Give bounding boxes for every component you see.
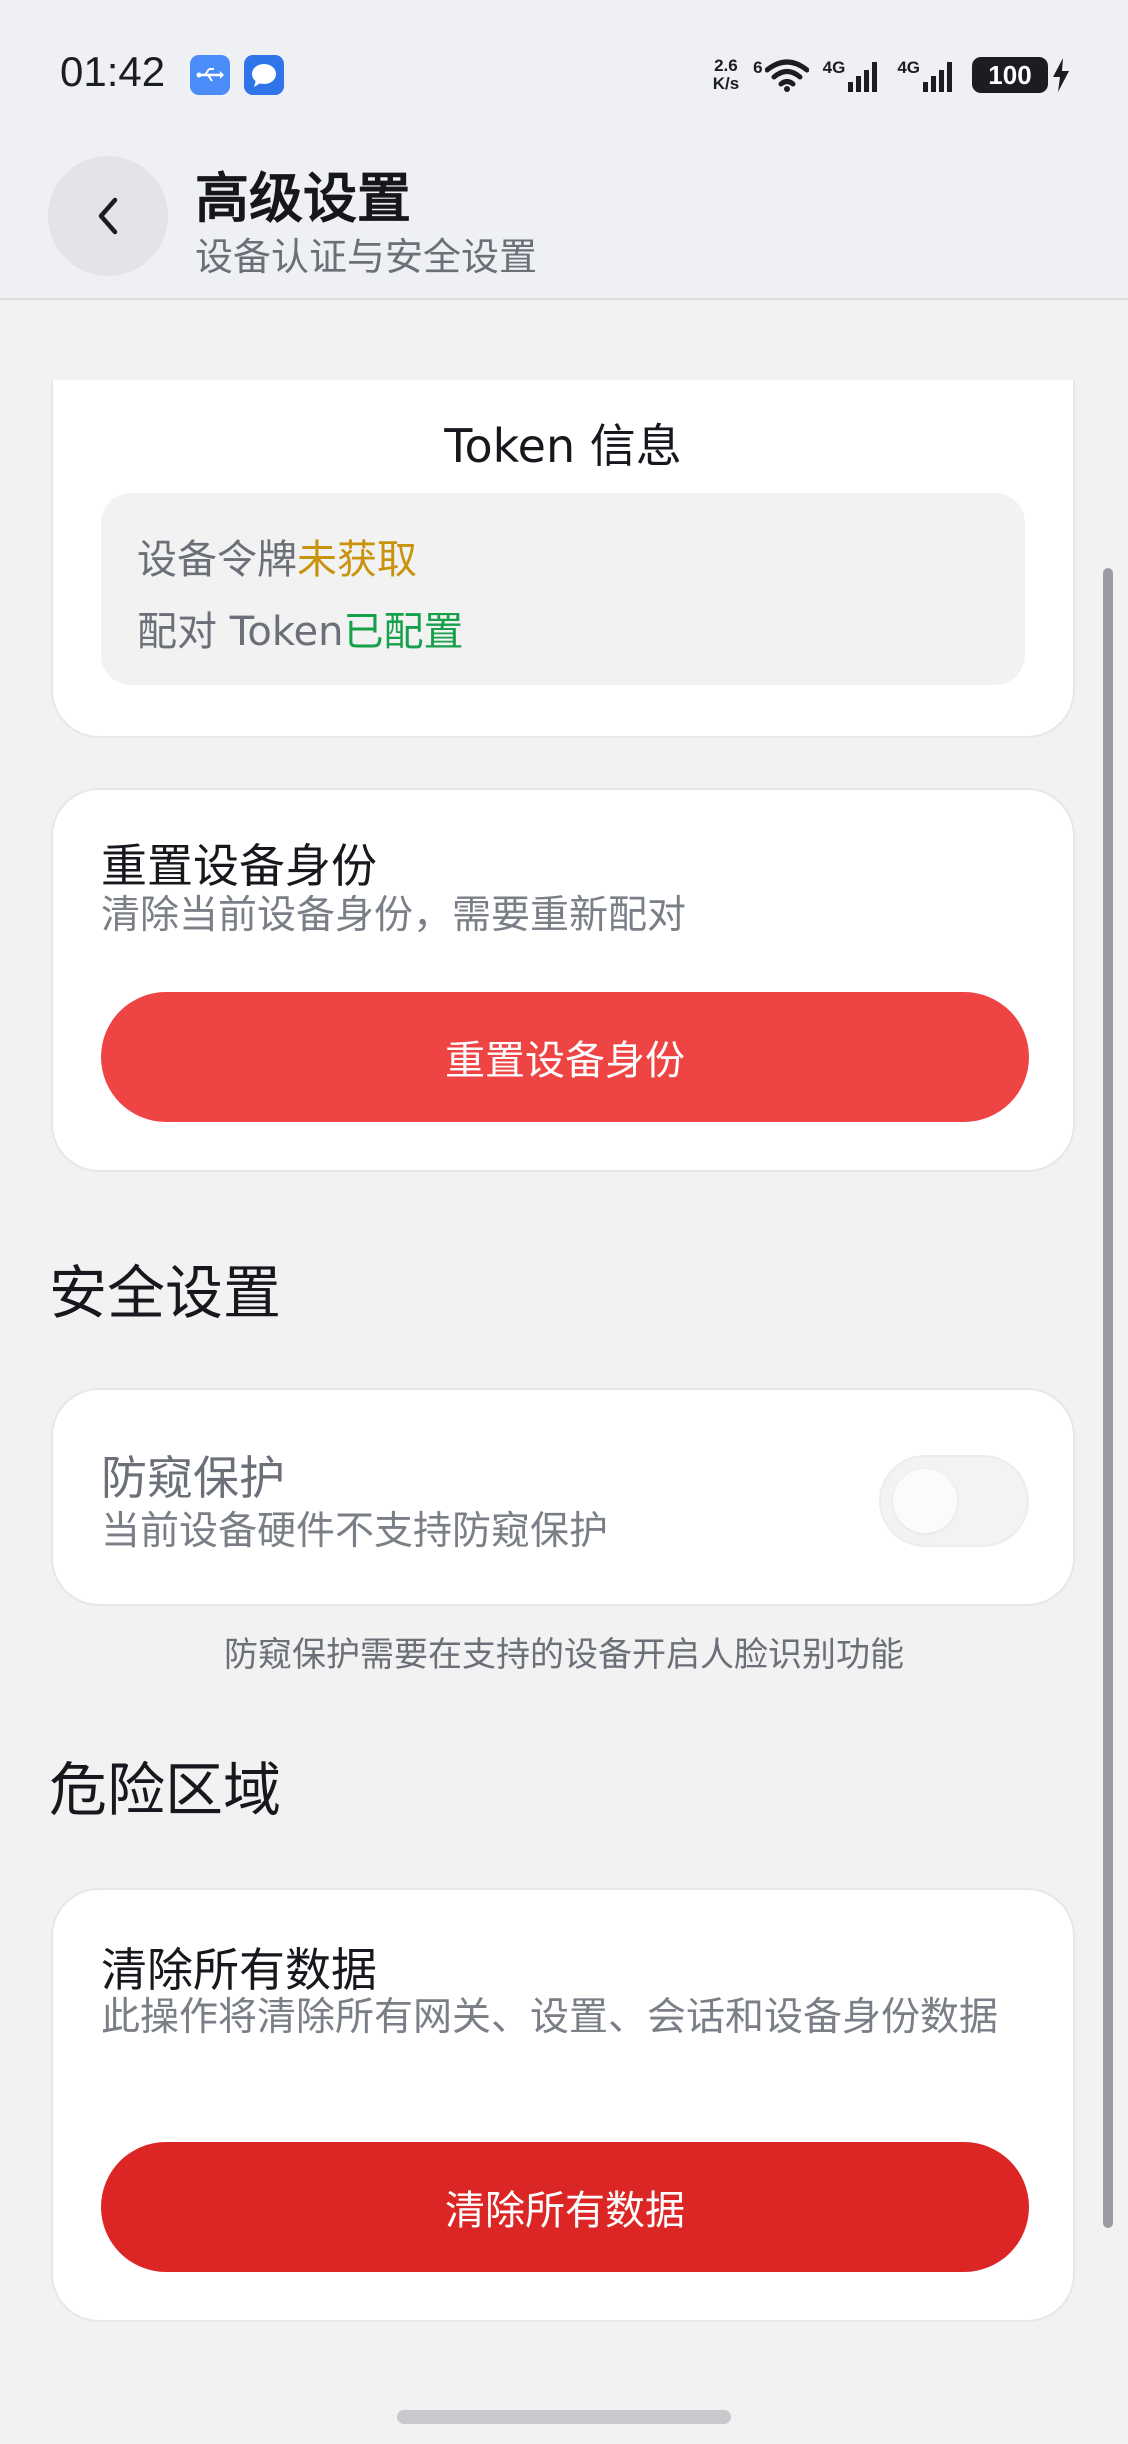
signal-sim1-icon: 4G — [823, 58, 884, 92]
danger-zone-title: 危险区域 — [49, 1756, 282, 1824]
clear-data-card: 清除所有数据 此操作将清除所有网关、设置、会话和设备身份数据 清除所有数据 — [51, 1888, 1075, 2322]
privacy-protection-hint: 防窥保护需要在支持的设备开启人脸识别功能 — [224, 1635, 904, 1675]
privacy-protection-card: 防窥保护 当前设备硬件不支持防窥保护 — [51, 1388, 1075, 1606]
sim2-network-label: 4G — [897, 58, 920, 77]
token-card-title: Token 信息 — [444, 419, 682, 473]
device-token-label: 设备令牌 — [137, 537, 297, 583]
device-token-status: 未获取 — [297, 537, 417, 583]
reset-identity-card: 重置设备身份 清除当前设备身份，需要重新配对 重置设备身份 — [51, 788, 1075, 1172]
page-subtitle: 设备认证与安全设置 — [195, 235, 538, 279]
clear-data-description: 此操作将清除所有网关、设置、会话和设备身份数据 — [101, 1995, 999, 2040]
scrollbar[interactable] — [1103, 568, 1113, 2228]
token-status-box: 设备令牌未获取 配对 Token已配置 — [101, 493, 1025, 685]
device-token-row: 设备令牌未获取 — [137, 527, 417, 585]
network-speed-value: 2.6 — [714, 56, 738, 75]
reset-identity-description: 清除当前设备身份，需要重新配对 — [101, 893, 687, 938]
pair-token-row: 配对 Token已配置 — [137, 599, 464, 657]
token-info-card: Token 信息 设备令牌未获取 配对 Token已配置 — [51, 380, 1075, 738]
status-bar: 01:42 2.6 K/s 6 4G 4G 100 — [0, 0, 1128, 150]
top-app-bar: 高级设置 设备认证与安全设置 — [0, 150, 1128, 300]
sim1-network-label: 4G — [822, 58, 846, 77]
privacy-protection-toggle[interactable] — [879, 1455, 1029, 1547]
usb-icon — [190, 55, 230, 95]
battery-indicator: 100 — [972, 57, 1070, 93]
charging-icon — [1053, 58, 1069, 92]
network-speed: 2.6 K/s — [713, 57, 739, 93]
message-icon — [244, 55, 284, 95]
home-indicator[interactable] — [397, 2410, 731, 2424]
status-time: 01:42 — [60, 48, 166, 95]
clear-all-data-button[interactable]: 清除所有数据 — [101, 2142, 1029, 2272]
reset-identity-button[interactable]: 重置设备身份 — [101, 992, 1029, 1122]
battery-level: 100 — [972, 57, 1048, 93]
reset-identity-title: 重置设备身份 — [101, 839, 377, 893]
page-title: 高级设置 — [195, 167, 411, 230]
status-indicators: 2.6 K/s 6 4G 4G 100 — [713, 52, 1070, 98]
clear-data-title: 清除所有数据 — [101, 1943, 377, 1997]
chevron-left-icon — [98, 197, 118, 235]
wifi-icon: 6 — [753, 58, 809, 92]
pair-token-label: 配对 Token — [137, 609, 344, 655]
toggle-knob — [893, 1469, 957, 1533]
privacy-protection-title: 防窥保护 — [101, 1451, 285, 1505]
pair-token-status: 已配置 — [343, 609, 464, 655]
signal-sim2-icon: 4G — [897, 58, 958, 92]
back-button[interactable] — [48, 156, 168, 276]
network-speed-unit: K/s — [712, 74, 740, 93]
wifi-generation-label: 6 — [753, 58, 763, 77]
security-section-title: 安全设置 — [49, 1259, 282, 1327]
